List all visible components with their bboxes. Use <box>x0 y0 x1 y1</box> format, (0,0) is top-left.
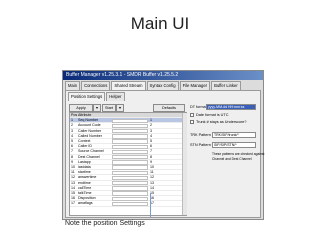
row-value-field[interactable] <box>112 134 148 139</box>
row-value-field[interactable] <box>112 196 148 201</box>
row-value-field[interactable] <box>112 170 148 175</box>
row-value-field[interactable] <box>112 128 148 134</box>
tab-position-settings[interactable]: Position Settings <box>68 92 106 101</box>
buffer-manager-window: Buffer Manager v1.25.3.1 - SMDR Buffer v… <box>62 70 264 220</box>
pattern-help-text-2: Channel and Dest Channel <box>212 157 252 161</box>
tab-connections[interactable]: Connections <box>81 81 111 90</box>
trunk-underscore-label: Trunk # stays as Underscore? <box>196 120 247 124</box>
row-value-field[interactable] <box>112 118 148 123</box>
callout-line <box>150 193 151 217</box>
row-number: 17 <box>150 201 154 206</box>
stn-pattern-input[interactable]: SIP/SIP/STN/* <box>212 142 256 148</box>
trk-pattern-input[interactable]: TRK/SIP/trunk/* <box>212 132 256 138</box>
row-value-field[interactable] <box>112 154 148 160</box>
date-utc-checkbox[interactable] <box>190 113 194 117</box>
row-value-field[interactable] <box>112 175 148 181</box>
chevron-down-icon: ▾ <box>119 106 121 110</box>
row-value-field[interactable] <box>112 123 148 129</box>
slide-title: Main UI <box>130 14 190 33</box>
tab-main[interactable]: Main <box>65 81 81 90</box>
pattern-help-text-1: These patterns are checked against <box>212 152 265 156</box>
tab-shared-stream[interactable]: Shared Stream <box>111 81 146 90</box>
tab-helper[interactable]: Helper <box>106 92 125 101</box>
row-value-field[interactable] <box>112 160 148 165</box>
subtab-bar: Position Settings Helper <box>68 92 126 101</box>
tab-buffer-linker[interactable]: Buffer Linker <box>211 81 241 90</box>
dropdown-button[interactable]: ▾ <box>93 104 101 112</box>
dt-format-label: DT format <box>190 105 207 109</box>
chevron-down-icon: ▾ <box>96 106 98 110</box>
start-dropdown-button[interactable]: ▾ <box>116 104 124 112</box>
trk-pattern-label: TRK Pattern <box>190 133 211 137</box>
slide-note: Note the position Settings <box>65 220 145 227</box>
row-value-field[interactable] <box>112 144 148 149</box>
table-row[interactable]: 17 amaflags 17 <box>70 201 186 207</box>
tab-syntax-config[interactable]: Syntax Config <box>146 81 179 90</box>
shared-stream-pane: Position Settings Helper Apply ▾ Start ▾… <box>65 90 265 218</box>
stn-pattern-label: STN Pattern <box>190 143 211 147</box>
tab-file-manager[interactable]: File Manager <box>179 81 211 90</box>
trunk-underscore-checkbox[interactable] <box>190 120 194 124</box>
dt-format-select[interactable]: yyyy-MM-dd HH:mm:ss <box>206 104 256 110</box>
grid-scrollbar[interactable] <box>182 113 187 215</box>
position-grid: Pos Attribute 1 Seq Number 1 2 Account Code 2… <box>69 112 187 216</box>
window-title: Buffer Manager v1.25.3.1 - SMDR Buffer v… <box>63 71 263 80</box>
apply-button[interactable]: Apply <box>69 104 93 112</box>
row-value-field[interactable] <box>112 191 148 196</box>
row-value-field[interactable] <box>112 149 148 155</box>
main-tab-bar: Main Connections Shared Stream Syntax Co… <box>65 81 242 90</box>
row-value-field[interactable] <box>112 139 148 144</box>
row-value-field[interactable] <box>112 186 148 191</box>
start-button[interactable]: Start <box>102 104 116 112</box>
position-toolbar: Apply ▾ Start ▾ Defaults <box>69 104 189 112</box>
defaults-button[interactable]: Defaults <box>153 104 185 112</box>
date-utc-label: Date format is UTC <box>196 113 229 117</box>
row-value-field[interactable] <box>112 180 148 186</box>
row-pos: 17 <box>71 201 75 206</box>
row-value-field[interactable] <box>112 201 148 207</box>
row-attribute: amaflags <box>78 201 93 206</box>
row-value-field[interactable] <box>112 165 148 170</box>
